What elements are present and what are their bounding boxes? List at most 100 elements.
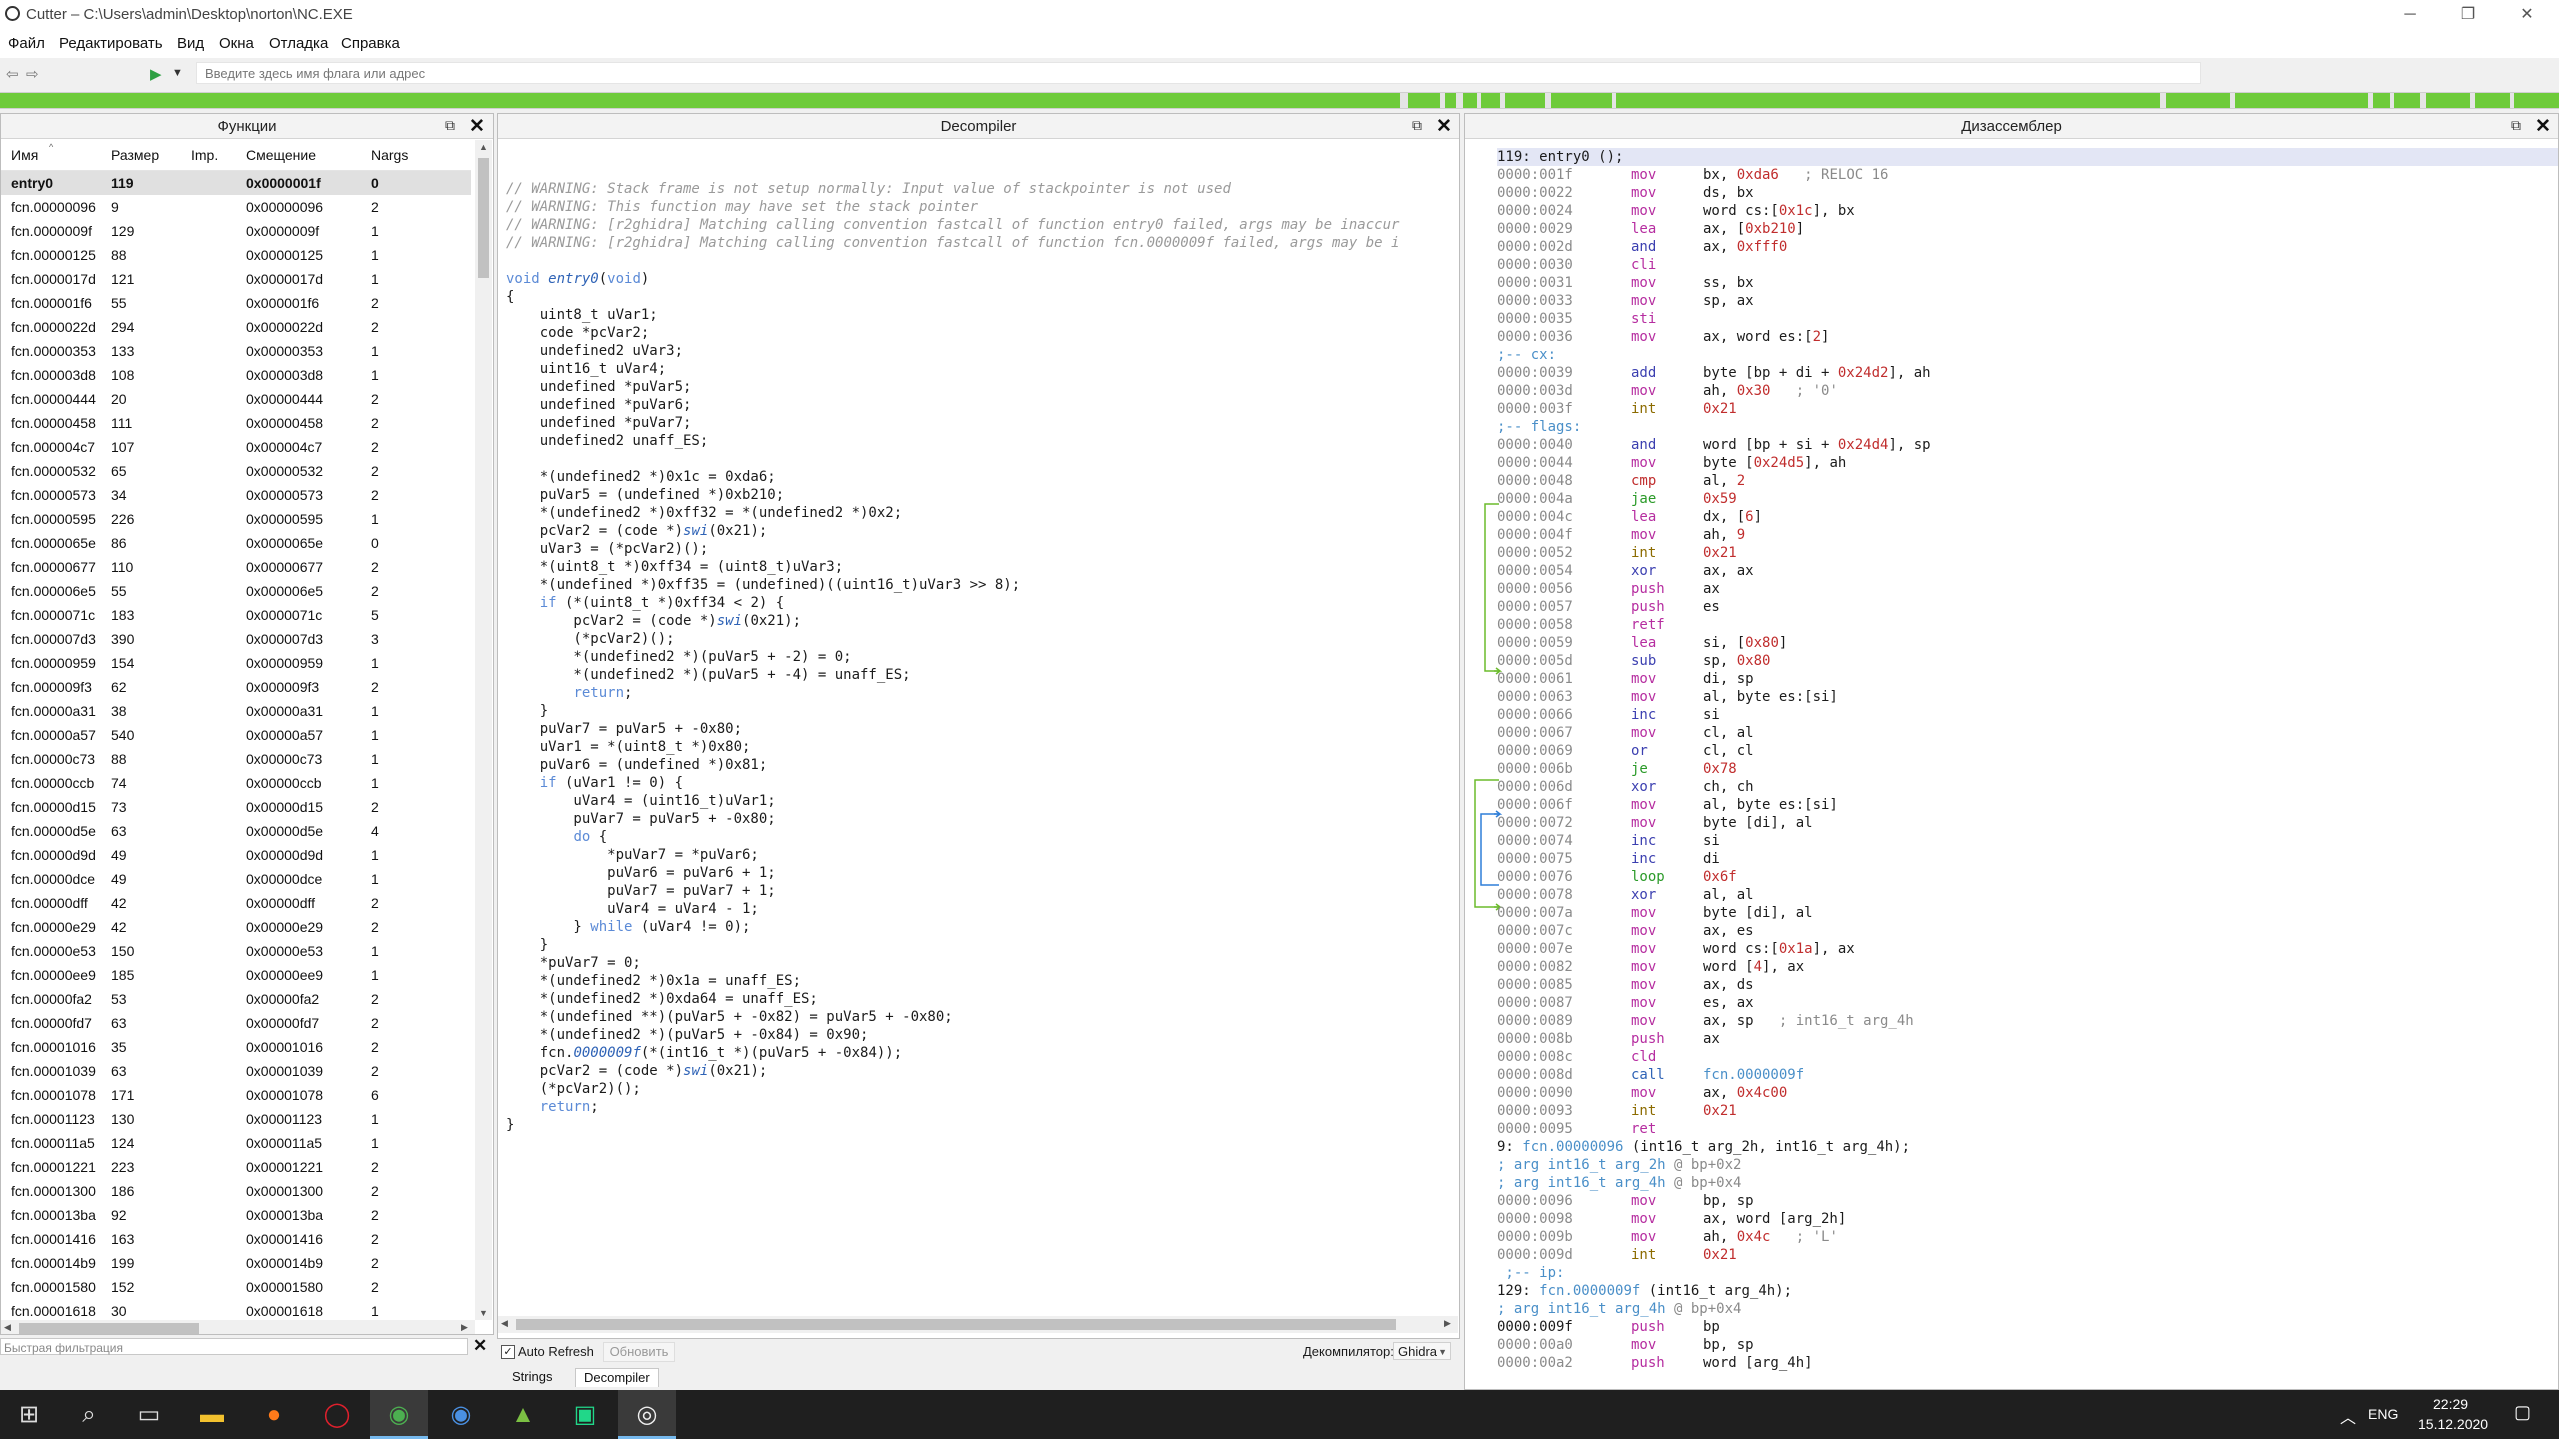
instruction-line[interactable]: 0000:0095 ret (1497, 1120, 1931, 1138)
function-row[interactable]: fcn.00000dff 42 0x00000dff 2 (1, 891, 471, 915)
instruction-line[interactable]: 0000:0078 xor al, al (1497, 886, 1931, 904)
task-view-icon[interactable]: ▭ (120, 1390, 178, 1439)
menu-help[interactable]: Справка (341, 35, 400, 52)
function-row[interactable]: fcn.00001078 171 0x00001078 6 (1, 1083, 471, 1107)
function-row[interactable]: fcn.00000e53 150 0x00000e53 1 (1, 939, 471, 963)
function-row[interactable]: fcn.00000096 9 0x00000096 2 (1, 195, 471, 219)
instruction-line[interactable]: 0000:00a0 mov bp, sp (1497, 1336, 1931, 1354)
function-row[interactable]: fcn.00001618 30 0x00001618 1 (1, 1299, 471, 1320)
instruction-line[interactable]: 0000:0031 mov ss, bx (1497, 274, 1931, 292)
refresh-button[interactable]: Обновить (603, 1342, 675, 1362)
tab-strings[interactable]: Strings (504, 1368, 560, 1386)
forward-arrow-icon[interactable]: ⇨ (26, 65, 39, 83)
instruction-line[interactable]: 0000:004f mov ah, 9 (1497, 526, 1931, 544)
function-row[interactable]: fcn.0000065e 86 0x0000065e 0 (1, 531, 471, 555)
clear-filter-icon[interactable]: ✕ (473, 1336, 487, 1356)
float-icon[interactable]: ⧉ (445, 117, 455, 134)
function-row[interactable]: fcn.00000532 65 0x00000532 2 (1, 459, 471, 483)
instruction-line[interactable]: 0000:006d xor ch, ch (1497, 778, 1931, 796)
function-row[interactable]: fcn.00000573 34 0x00000573 2 (1, 483, 471, 507)
function-row[interactable]: fcn.00001416 163 0x00001416 2 (1, 1227, 471, 1251)
instruction-line[interactable]: 0000:0036 mov ax, word es:[2] (1497, 328, 1931, 346)
function-row[interactable]: fcn.00000fd7 63 0x00000fd7 2 (1, 1011, 471, 1035)
chrome-canary-icon[interactable]: ◉ (432, 1390, 490, 1439)
instruction-line[interactable]: 0000:0090 mov ax, 0x4c00 (1497, 1084, 1931, 1102)
instruction-line[interactable]: 0000:0085 mov ax, ds (1497, 976, 1931, 994)
function-row[interactable]: fcn.0000071c 183 0x0000071c 5 (1, 603, 471, 627)
instruction-line[interactable]: 0000:0058 retf (1497, 616, 1931, 634)
instruction-line[interactable]: 0000:007a mov byte [di], al (1497, 904, 1931, 922)
chrome-icon[interactable]: ◉ (370, 1390, 428, 1439)
instruction-line[interactable]: 0000:0093 int 0x21 (1497, 1102, 1931, 1120)
function-row[interactable]: fcn.000009f3 62 0x000009f3 2 (1, 675, 471, 699)
instruction-line[interactable]: 0000:006b je 0x78 (1497, 760, 1931, 778)
instruction-line[interactable]: 0000:008b push ax (1497, 1030, 1931, 1048)
scroll-thumb[interactable] (478, 158, 489, 278)
menu-edit[interactable]: Редактировать (59, 35, 163, 52)
function-row[interactable]: fcn.0000022d 294 0x0000022d 2 (1, 315, 471, 339)
instruction-line[interactable]: 0000:0022 mov ds, bx (1497, 184, 1931, 202)
float-icon[interactable]: ⧉ (2511, 117, 2521, 134)
instruction-line[interactable]: 0000:004a jae 0x59 (1497, 490, 1931, 508)
instruction-line[interactable]: 0000:0074 inc si (1497, 832, 1931, 850)
function-row[interactable]: fcn.00000ccb 74 0x00000ccb 1 (1, 771, 471, 795)
opera-icon[interactable]: ◯ (308, 1390, 366, 1439)
instruction-line[interactable]: 0000:0072 mov byte [di], al (1497, 814, 1931, 832)
cutter-taskbar-icon[interactable]: ◎ (618, 1390, 676, 1439)
flag-label-line[interactable]: ;-- flags: (1497, 418, 1931, 436)
instruction-line[interactable]: 0000:0044 mov byte [0x24d5], ah (1497, 454, 1931, 472)
instruction-line[interactable]: 0000:0069 or cl, cl (1497, 742, 1931, 760)
instruction-line[interactable]: 0000:0052 int 0x21 (1497, 544, 1931, 562)
function-row[interactable]: fcn.00000959 154 0x00000959 1 (1, 651, 471, 675)
instruction-line[interactable]: 0000:008d call fcn.0000009f (1497, 1066, 1931, 1084)
run-icon[interactable]: ▶ (150, 65, 162, 83)
instruction-line[interactable]: 0000:0024 mov word cs:[0x1c], bx (1497, 202, 1931, 220)
function-row[interactable]: fcn.00000d9d 49 0x00000d9d 1 (1, 843, 471, 867)
android-icon[interactable]: ▲ (494, 1390, 552, 1439)
instruction-line[interactable]: 0000:0040 and word [bp + si + 0x24d4], sp (1497, 436, 1931, 454)
instruction-line[interactable]: 0000:0056 push ax (1497, 580, 1931, 598)
instruction-line[interactable]: 0000:0057 push es (1497, 598, 1931, 616)
function-row[interactable]: fcn.00001221 223 0x00001221 2 (1, 1155, 471, 1179)
instruction-line[interactable]: 0000:0098 mov ax, word [arg_2h] (1497, 1210, 1931, 1228)
function-row[interactable]: fcn.00000d5e 63 0x00000d5e 4 (1, 819, 471, 843)
function-row[interactable]: fcn.00000353 133 0x00000353 1 (1, 339, 471, 363)
auto-refresh-checkbox[interactable]: ✓ (501, 1345, 515, 1359)
function-row[interactable]: fcn.00000125 88 0x00000125 1 (1, 243, 471, 267)
function-row[interactable]: fcn.00001300 186 0x00001300 2 (1, 1179, 471, 1203)
instruction-line[interactable]: 0000:003d mov ah, 0x30 ; '0' (1497, 382, 1931, 400)
function-row[interactable]: entry0 119 0x0000001f 0 (1, 170, 471, 195)
clock-time[interactable]: 22:29 (2433, 1396, 2468, 1412)
instruction-line[interactable]: 0000:0096 mov bp, sp (1497, 1192, 1931, 1210)
minimize-button[interactable]: ─ (2386, 0, 2434, 30)
functions-scrollbar[interactable]: ▲ ▼ (475, 140, 492, 1320)
notifications-icon[interactable]: ▢ (2514, 1402, 2531, 1423)
function-row[interactable]: fcn.00001039 63 0x00001039 2 (1, 1059, 471, 1083)
col-imp[interactable]: Imp. (181, 140, 236, 171)
instruction-line[interactable]: 0000:001f mov bx, 0xda6 ; RELOC 16 (1497, 166, 1931, 184)
clock-date[interactable]: 15.12.2020 (2418, 1416, 2488, 1432)
instruction-line[interactable]: 0000:0087 mov es, ax (1497, 994, 1931, 1012)
instruction-line[interactable]: 0000:0035 sti (1497, 310, 1931, 328)
function-row[interactable]: fcn.000011a5 124 0x000011a5 1 (1, 1131, 471, 1155)
function-row[interactable]: fcn.00000a57 540 0x00000a57 1 (1, 723, 471, 747)
instruction-line[interactable]: 0000:008c cld (1497, 1048, 1931, 1066)
instruction-line[interactable]: 0000:0067 mov cl, al (1497, 724, 1931, 742)
function-row[interactable]: fcn.000001f6 55 0x000001f6 2 (1, 291, 471, 315)
instruction-line[interactable]: 0000:009d int 0x21 (1497, 1246, 1931, 1264)
close-icon[interactable]: ✕ (1436, 115, 1452, 138)
float-icon[interactable]: ⧉ (1412, 117, 1422, 134)
pycharm-icon[interactable]: ▣ (556, 1390, 614, 1439)
instruction-line[interactable]: 0000:0089 mov ax, sp ; int16_t arg_4h (1497, 1012, 1931, 1030)
instruction-line[interactable]: 0000:0082 mov word [4], ax (1497, 958, 1931, 976)
navigation-bar[interactable] (0, 92, 2559, 109)
quick-filter-input[interactable] (1, 1340, 467, 1356)
instruction-line[interactable]: 0000:0061 mov di, sp (1497, 670, 1931, 688)
function-row[interactable]: fcn.00000d15 73 0x00000d15 2 (1, 795, 471, 819)
function-header-line[interactable]: 119: entry0 (); (1497, 148, 1931, 166)
function-row[interactable]: fcn.000003d8 108 0x000003d8 1 (1, 363, 471, 387)
decompiler-select[interactable]: Ghidra ▼ (1393, 1342, 1451, 1360)
function-row[interactable]: fcn.00001016 35 0x00001016 2 (1, 1035, 471, 1059)
firefox-icon[interactable]: ● (245, 1390, 303, 1439)
maximize-button[interactable]: ❐ (2444, 0, 2492, 30)
